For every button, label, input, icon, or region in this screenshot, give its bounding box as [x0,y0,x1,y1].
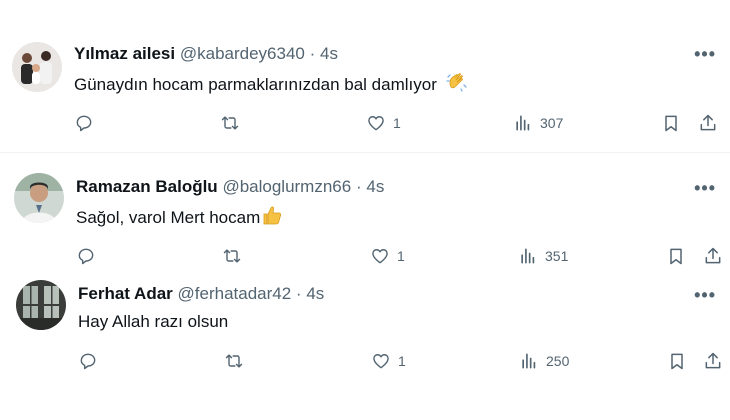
display-name[interactable]: Ferhat Adar [78,284,173,303]
display-name[interactable]: Yılmaz ailesi [74,44,175,63]
views-count: 250 [546,353,570,369]
window-photo-icon [16,280,66,330]
reply-icon [78,248,94,265]
family-photo-icon [12,42,62,92]
tweet-actions: 1 307 [0,113,730,137]
avatar[interactable] [16,280,66,330]
retweet-button[interactable] [224,351,244,371]
views-count: 307 [540,115,564,131]
retweet-icon [221,116,239,130]
like-button[interactable]: 1 [366,113,401,133]
reply-icon [80,353,96,370]
share-icon [705,247,721,264]
tweet-header: Ferhat Adar @ferhatadar42 · 4s [78,284,324,304]
reply-icon [76,115,92,132]
views-button[interactable]: 351 [518,246,568,266]
heart-icon [373,354,389,369]
tweet-text: Günaydın hocam parmaklarınızdan bal daml… [74,71,468,99]
tweet[interactable]: Yılmaz ailesi @kabardey6340 · 4s ••• Gün… [0,0,730,152]
timestamp[interactable]: 4s [366,177,384,196]
retweet-button[interactable] [220,113,240,133]
tweet-actions: 1 250 [0,351,730,375]
views-chart-icon [522,353,536,369]
reply-button[interactable] [78,351,98,371]
heart-icon [368,116,384,131]
like-count: 1 [397,248,405,264]
tweet-actions: 1 351 [0,246,730,270]
user-handle[interactable]: @baloglurmzn66 [222,177,351,196]
tweet-text-content: Sağol, varol Mert hocam [76,208,261,227]
bookmark-button[interactable] [666,246,686,266]
views-button[interactable]: 250 [519,351,569,371]
share-button[interactable] [703,246,723,266]
avatar[interactable] [12,42,62,92]
bookmark-icon [665,115,677,132]
like-count: 1 [398,353,406,369]
bookmark-button[interactable] [661,113,681,133]
tweet-header: Yılmaz ailesi @kabardey6340 · 4s [74,44,338,64]
tweet-text: Sağol, varol Mert hocam [76,204,283,232]
reply-button[interactable] [74,113,94,133]
separator-dot: · [355,177,362,196]
share-button[interactable] [698,113,718,133]
thumbs-up-icon [261,204,283,232]
avatar[interactable] [14,173,64,223]
heart-icon [372,249,388,264]
timestamp[interactable]: 4s [320,44,338,63]
tweet[interactable]: Ramazan Baloğlu @baloglurmzn66 · 4s ••• … [0,153,730,271]
views-chart-icon [521,248,535,264]
person-photo-icon [14,173,64,223]
like-button[interactable]: 1 [371,351,406,371]
more-options-icon[interactable]: ••• [694,45,716,63]
share-icon [705,352,721,369]
retweet-icon [225,354,243,368]
tweet-text: Hay Allah razı olsun [78,311,228,333]
user-handle[interactable]: @ferhatadar42 [178,284,292,303]
display-name[interactable]: Ramazan Baloğlu [76,177,218,196]
bookmark-icon [671,353,683,370]
views-count: 351 [545,248,569,264]
bookmark-button[interactable] [667,351,687,371]
bookmark-icon [670,248,682,265]
share-icon [700,114,716,131]
separator-dot: · [295,284,302,303]
retweet-button[interactable] [222,246,242,266]
views-chart-icon [516,115,530,131]
reply-button[interactable] [76,246,96,266]
share-button[interactable] [703,351,723,371]
tweet-text-content: Günaydın hocam parmaklarınızdan bal daml… [74,75,437,94]
user-handle[interactable]: @kabardey6340 [180,44,305,63]
tweet-text-content: Hay Allah razı olsun [78,312,229,331]
like-count: 1 [393,115,401,131]
tweet[interactable]: Ferhat Adar @ferhatadar42 · 4s ••• Hay A… [0,271,730,420]
views-button[interactable]: 307 [513,113,563,133]
tweet-header: Ramazan Baloğlu @baloglurmzn66 · 4s [76,177,384,197]
like-button[interactable]: 1 [370,246,405,266]
more-options-icon[interactable]: ••• [694,286,716,304]
timestamp[interactable]: 4s [306,284,324,303]
retweet-icon [223,249,241,263]
separator-dot: · [309,44,316,63]
waving-hand-icon [445,71,468,99]
more-options-icon[interactable]: ••• [694,179,716,197]
